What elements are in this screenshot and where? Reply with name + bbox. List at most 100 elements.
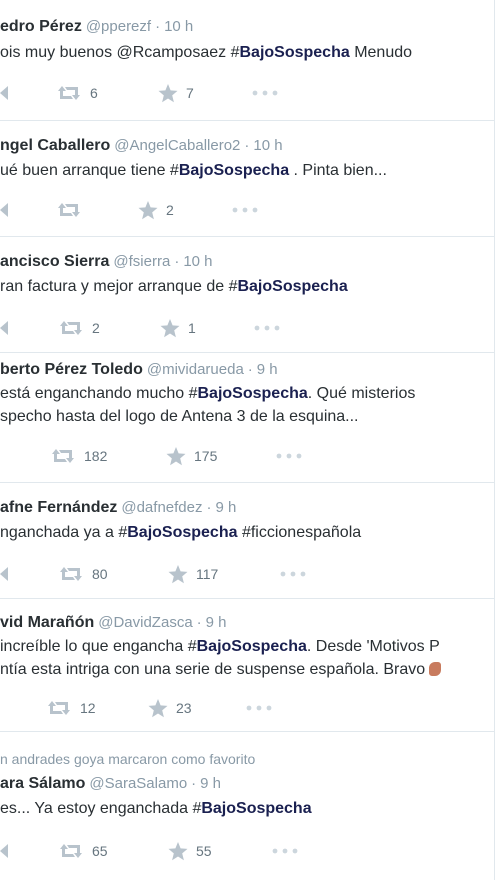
favorite-button[interactable]: 175	[166, 445, 217, 467]
favorited-context[interactable]: n andrades goya marcaron como favorito	[0, 751, 255, 767]
tweet-author-handle[interactable]: @pperezf	[86, 18, 151, 35]
retweet-button[interactable]: 65	[58, 840, 108, 862]
tweet-text: ois muy buenos @Rcamposaez	[0, 44, 231, 61]
tweet-text: es... Ya estoy enganchada	[0, 800, 193, 817]
tweet-item[interactable]: vid Marañón @DavidZasca · 9 h increíble lo …	[0, 599, 495, 732]
hashtag-link[interactable]: #BajoSospecha	[118, 524, 237, 541]
more-dots-icon	[232, 207, 258, 213]
favorite-button[interactable]: 7	[158, 82, 194, 104]
tweet-actions: 12 23	[0, 697, 495, 719]
reply-icon	[0, 86, 8, 100]
tweet-author-handle[interactable]: @DavidZasca	[98, 614, 192, 631]
favorite-button[interactable]: 23	[148, 697, 192, 719]
favorite-button[interactable]: 1	[160, 317, 196, 339]
tweet-author-name[interactable]: afne Fernández	[0, 499, 117, 516]
tweet-actions: 2 1	[0, 317, 495, 339]
tweet-author-handle[interactable]: @dafnefdez	[121, 499, 202, 516]
tweet-text: ran factura y mejor arranque de	[0, 278, 229, 295]
more-button[interactable]	[272, 840, 298, 862]
tweet-item[interactable]: afne Fernández @dafnefdez · 9 h nganchada y…	[0, 483, 495, 599]
retweet-count: 182	[84, 448, 108, 464]
reply-button[interactable]	[0, 840, 8, 862]
tweet-author-name[interactable]: berto Pérez Toledo	[0, 361, 143, 378]
tweet-author-name[interactable]: vid Marañón	[0, 614, 94, 631]
tweet-timestamp[interactable]: 9 h	[215, 499, 236, 516]
tweet-author-handle[interactable]: @fsierra	[113, 253, 170, 270]
retweet-icon	[58, 203, 80, 217]
tweet-actions: 6 7	[0, 82, 495, 104]
separator-dot: ·	[155, 18, 161, 35]
retweet-button[interactable]: 182	[50, 445, 107, 467]
tweet-author-name[interactable]: ngel Caballero	[0, 137, 110, 154]
more-dots-icon	[276, 453, 302, 459]
clapping-emoji-icon	[429, 662, 442, 676]
favorite-count: 2	[166, 202, 174, 218]
star-icon	[148, 698, 168, 717]
tweet-item[interactable]: edro Pérez @pperezf · 10 h ois muy buenos @…	[0, 0, 495, 121]
hashtag-link[interactable]: #BajoSospecha	[229, 278, 348, 295]
tweet-timestamp[interactable]: 10 h	[183, 253, 212, 270]
tweet-item[interactable]: ancisco Sierra @fsierra · 10 h ran factura …	[0, 237, 495, 353]
reply-icon	[0, 844, 8, 858]
tweet-author-name[interactable]: ara Sálamo	[0, 775, 85, 792]
tweet-item[interactable]: n andrades goya marcaron como favorito a…	[0, 732, 495, 880]
more-dots-icon	[280, 571, 306, 577]
retweet-count: 6	[90, 85, 98, 101]
retweet-button[interactable]	[56, 199, 90, 221]
hashtag-link[interactable]: #BajoSospecha	[189, 385, 308, 402]
tweet-item[interactable]: ngel Caballero @AngelCaballero2 · 10 h ué b…	[0, 121, 495, 237]
separator-dot: ·	[247, 361, 253, 378]
tweet-timestamp[interactable]: 9 h	[200, 775, 221, 792]
more-button[interactable]	[254, 317, 280, 339]
hashtag-link[interactable]: #BajoSospecha	[170, 162, 289, 179]
favorite-button[interactable]: 2	[138, 199, 174, 221]
more-button[interactable]	[246, 697, 272, 719]
reply-button[interactable]	[0, 317, 8, 339]
hashtag-link[interactable]: #BajoSospecha	[188, 638, 307, 655]
favorite-count: 7	[186, 85, 194, 101]
reply-button[interactable]	[0, 563, 8, 585]
hashtag-link[interactable]: #BajoSospecha	[192, 800, 311, 817]
tweet-actions: 65 55	[0, 840, 495, 862]
reply-button[interactable]	[0, 199, 8, 221]
more-button[interactable]	[280, 563, 306, 585]
favorite-button[interactable]: 55	[168, 840, 212, 862]
retweet-count: 2	[92, 320, 100, 336]
tweet-timestamp[interactable]: 9 h	[257, 361, 278, 378]
more-button[interactable]	[276, 445, 302, 467]
separator-dot: ·	[191, 775, 197, 792]
retweet-button[interactable]: 80	[58, 563, 108, 585]
favorite-count: 23	[176, 700, 192, 716]
tweet-timestamp[interactable]: 10 h	[253, 137, 282, 154]
star-icon	[158, 83, 178, 102]
star-icon	[168, 564, 188, 583]
tweet-author-handle[interactable]: @AngelCaballero2	[114, 137, 240, 154]
tweet-author-handle[interactable]: @mividarueda	[147, 361, 244, 378]
retweet-button[interactable]: 6	[56, 82, 98, 104]
tweet-author-name[interactable]: ancisco Sierra	[0, 253, 109, 270]
tweet-text: está enganchando mucho	[0, 385, 189, 402]
more-dots-icon	[246, 705, 272, 711]
tweet-author-handle[interactable]: @SaraSalamo	[89, 775, 187, 792]
tweet-text: nganchada ya a	[0, 524, 119, 541]
more-dots-icon	[252, 90, 278, 96]
favorite-button[interactable]: 117	[168, 563, 218, 585]
separator-dot: ·	[244, 137, 250, 154]
more-button[interactable]	[252, 82, 278, 104]
reply-icon	[0, 567, 8, 581]
retweet-icon	[60, 321, 82, 335]
reply-button[interactable]	[0, 82, 8, 104]
more-button[interactable]	[232, 199, 258, 221]
retweet-button[interactable]: 12	[46, 697, 96, 719]
tweet-timestamp[interactable]: 9 h	[206, 614, 227, 631]
tweet-author-name[interactable]: edro Pérez	[0, 18, 82, 35]
hashtag-link-secondary[interactable]: #ficcionespañola	[238, 524, 361, 541]
reply-icon	[0, 203, 8, 217]
tweet-timeline: edro Pérez @pperezf · 10 h ois muy buenos @…	[0, 0, 495, 880]
tweet-text: increíble lo que engancha	[0, 638, 188, 655]
tweet-item[interactable]: berto Pérez Toledo @mividarueda · 9 h está …	[0, 353, 495, 483]
tweet-timestamp[interactable]: 10 h	[164, 18, 193, 35]
hashtag-link[interactable]: #BajoSospecha	[231, 44, 350, 61]
retweet-button[interactable]: 2	[58, 317, 100, 339]
tweet-text: ué buen arranque tiene	[0, 162, 170, 179]
